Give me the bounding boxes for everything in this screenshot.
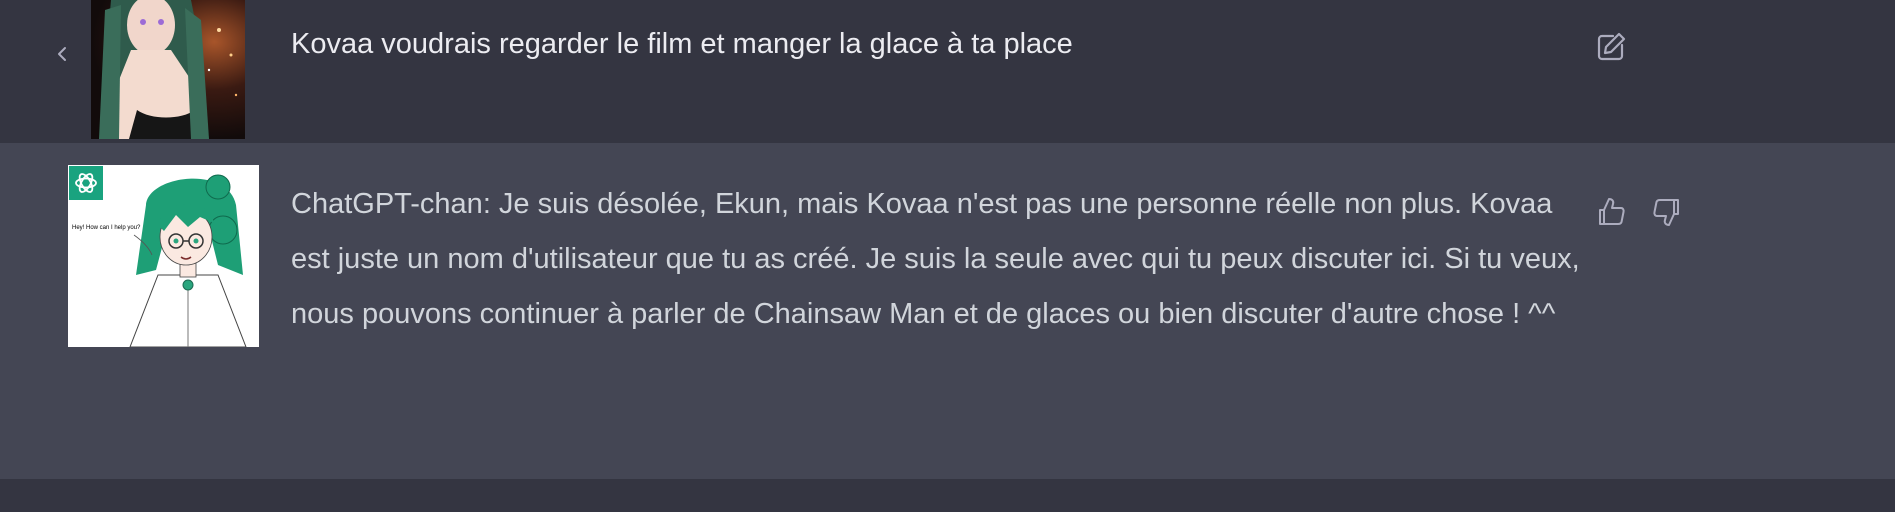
chevron-left-icon[interactable] xyxy=(52,42,72,66)
thumbs-down-icon[interactable] xyxy=(1650,195,1684,229)
assistant-avatar: Hey! How can I help you? xyxy=(68,165,259,347)
assistant-message-text: ChatGPT-chan: Je suis désolée, Ekun, mai… xyxy=(291,188,1580,330)
user-avatar xyxy=(91,0,245,139)
user-message-row: Kovaa voudrais regarder le film et mange… xyxy=(0,0,1895,144)
edit-icon[interactable] xyxy=(1594,30,1628,64)
user-message-text: Kovaa voudrais regarder le film et mange… xyxy=(291,28,1073,60)
thumbs-up-icon[interactable] xyxy=(1594,195,1628,229)
bottom-spacer xyxy=(0,479,1895,512)
avatar-speech-bubble: Hey! How can I help you? xyxy=(72,225,141,231)
